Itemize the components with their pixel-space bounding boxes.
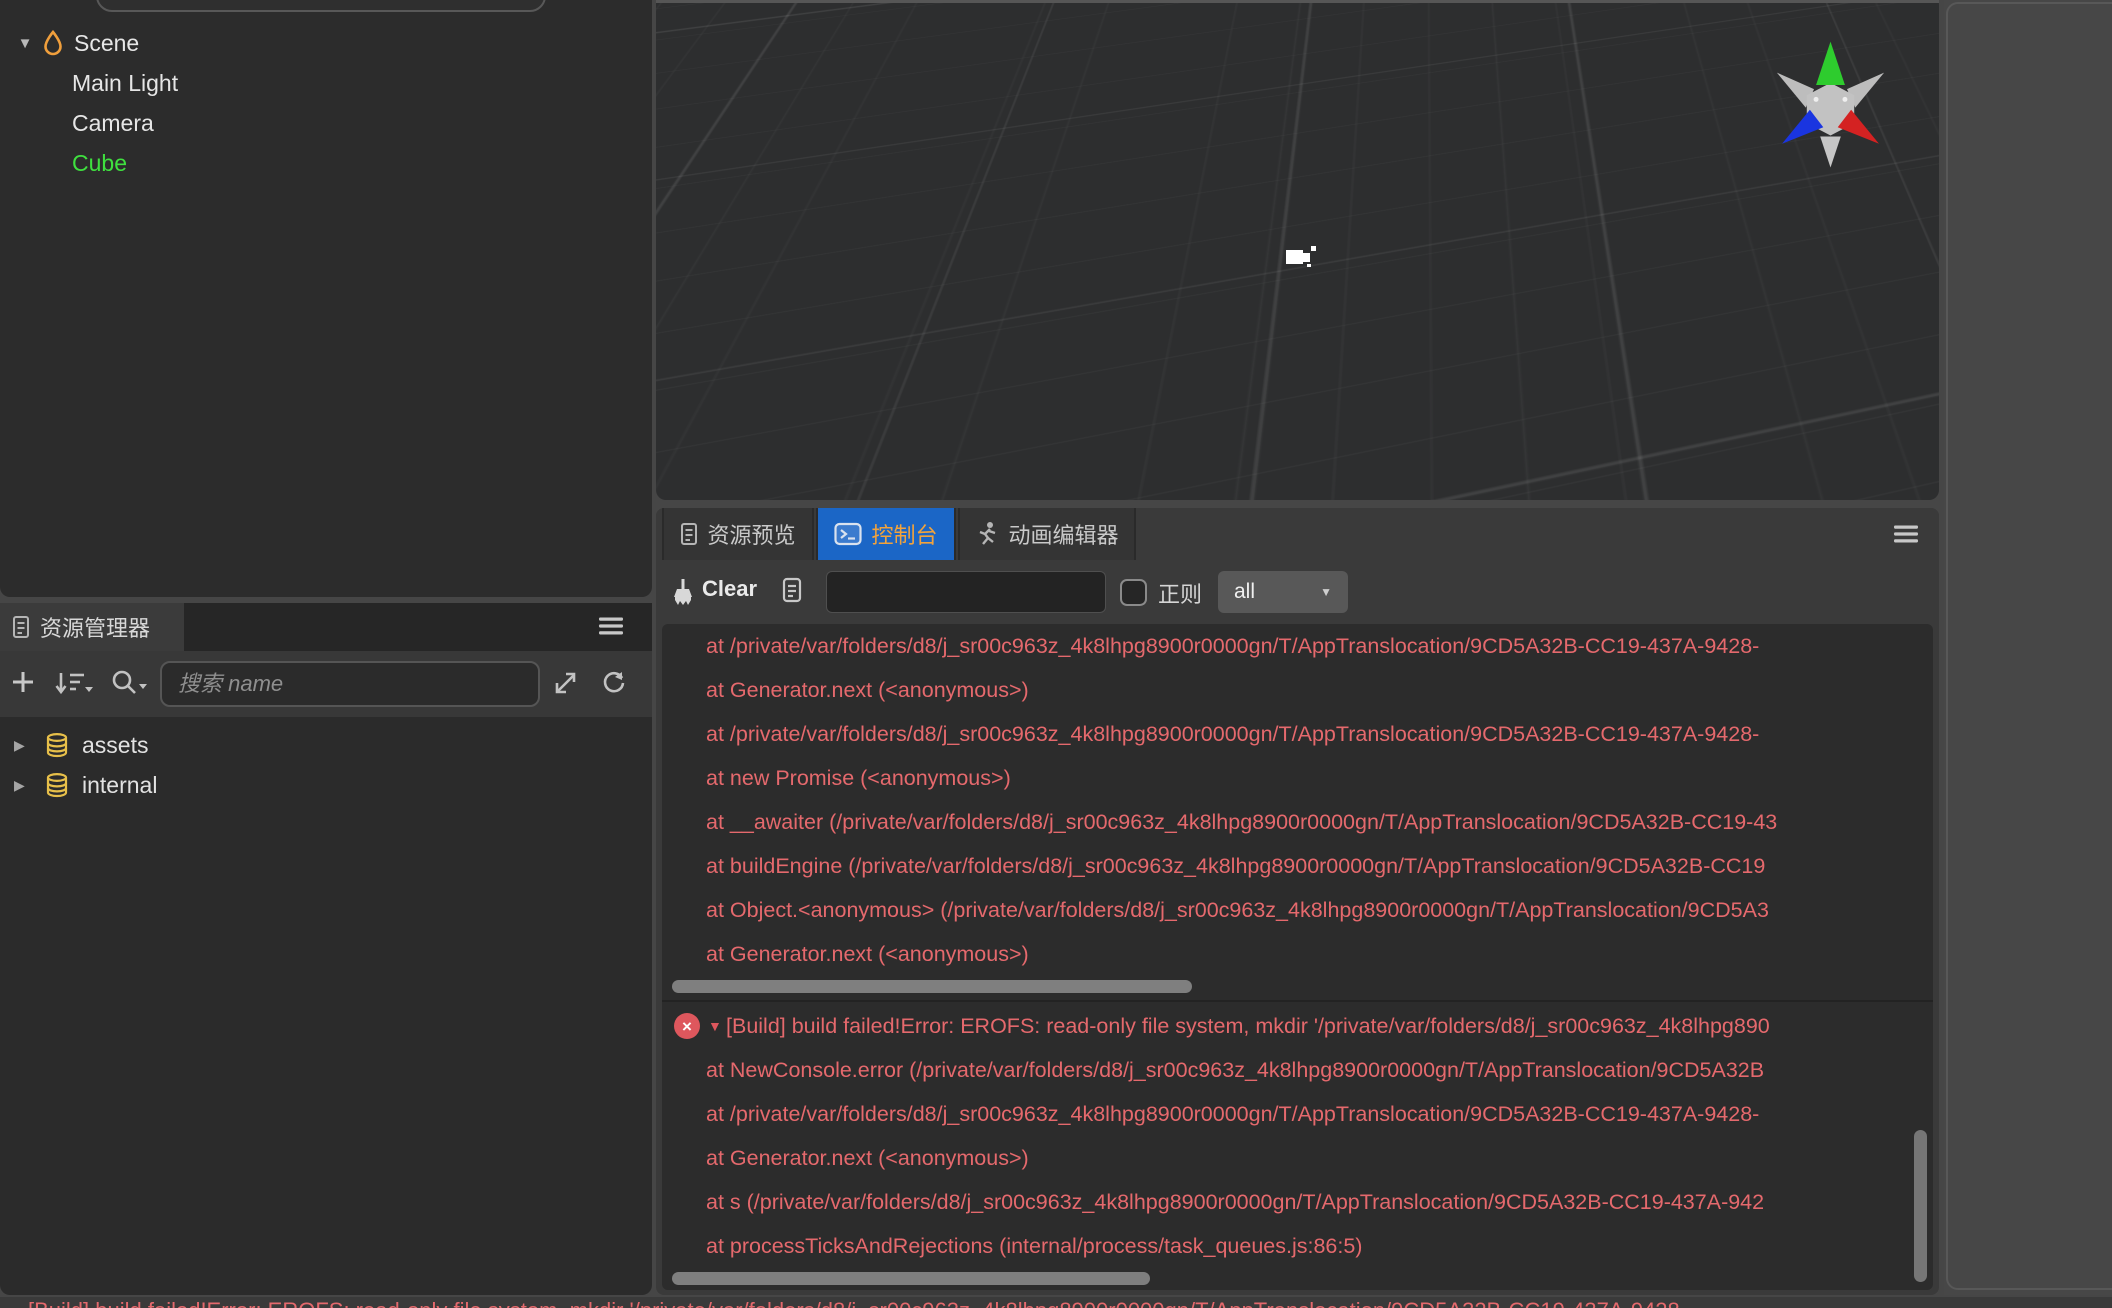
right-panel-outline xyxy=(1946,2,2112,1290)
hierarchy-node-label: Camera xyxy=(72,109,154,136)
tree-item-label: internal xyxy=(82,771,158,798)
console-log-area[interactable]: at /private/var/folders/d8/j_sr00c963z_4… xyxy=(662,624,1933,1290)
status-bar-error-message[interactable]: [Build] build failed!Error: EROFS: read-… xyxy=(28,1298,1687,1308)
assets-panel-title: 资源管理器 xyxy=(40,616,151,641)
sort-assets-button[interactable] xyxy=(54,669,94,697)
hierarchy-node-main-light[interactable]: Main Light xyxy=(0,64,652,102)
export-log-button[interactable] xyxy=(782,577,802,603)
scene-flame-icon xyxy=(42,30,64,56)
brush-icon xyxy=(670,577,696,607)
log-line[interactable]: at processTicksAndRejections (internal/p… xyxy=(662,1224,1933,1268)
log-group-divider xyxy=(662,1000,1933,1002)
log-line[interactable]: at /private/var/folders/d8/j_sr00c963z_4… xyxy=(662,1092,1933,1136)
expand-all-button[interactable] xyxy=(552,669,580,697)
log-line[interactable]: at new Promise (<anonymous>) xyxy=(662,756,1933,800)
tab-label: 控制台 xyxy=(871,523,938,548)
hamburger-icon xyxy=(598,616,624,636)
caret-right-icon[interactable]: ▶ xyxy=(14,737,34,754)
regex-checkbox[interactable] xyxy=(1120,579,1147,606)
hierarchy-node-label-selected: Cube xyxy=(72,149,127,176)
orientation-gizmo[interactable] xyxy=(1748,21,1913,186)
caret-down-icon[interactable]: ▼ xyxy=(14,35,36,52)
tab-animation-editor[interactable]: 动画编辑器 xyxy=(958,508,1136,560)
add-asset-button[interactable] xyxy=(8,669,38,695)
search-icon xyxy=(110,669,150,697)
log-line[interactable]: at Generator.next (<anonymous>) xyxy=(662,1136,1933,1180)
right-side-panel xyxy=(1944,0,2112,1295)
console-panel-menu-button[interactable] xyxy=(1893,524,1919,544)
scene-object-cube[interactable] xyxy=(1284,241,1322,271)
tab-console[interactable]: 控制台 xyxy=(816,508,956,560)
hierarchy-node-scene[interactable]: ▼ Scene xyxy=(0,24,652,62)
hierarchy-node-label: Main Light xyxy=(72,69,179,96)
horizontal-scrollbar[interactable] xyxy=(672,980,1192,993)
assets-panel: 资源管理器 搜索 name ▶ assets ▶ internal xyxy=(0,603,652,1295)
console-panel: 资源预览 控制台 动画编辑器 Clear 正则 all ▼ at /privat… xyxy=(656,508,1939,1295)
horizontal-scrollbar[interactable] xyxy=(672,1272,1150,1285)
hierarchy-node-camera[interactable]: Camera xyxy=(0,104,652,142)
tab-assets-manager[interactable]: 资源管理器 xyxy=(0,603,184,651)
log-level-value: all xyxy=(1234,580,1256,603)
log-line[interactable]: at buildEngine (/private/var/folders/d8/… xyxy=(662,844,1933,888)
log-line[interactable]: at /private/var/folders/d8/j_sr00c963z_4… xyxy=(662,624,1933,668)
regex-checkbox-label: 正则 xyxy=(1158,582,1203,607)
console-tabbar: 资源预览 控制台 动画编辑器 xyxy=(656,508,1939,560)
log-line[interactable]: at s (/private/var/folders/d8/j_sr00c963… xyxy=(662,1180,1933,1224)
database-icon xyxy=(44,732,70,758)
hierarchy-panel: ▼ Scene Main Light Camera Cube xyxy=(0,0,652,597)
hamburger-icon xyxy=(1893,524,1919,544)
log-line[interactable]: at Generator.next (<anonymous>) xyxy=(662,932,1933,976)
scene-viewport[interactable] xyxy=(656,0,1939,500)
console-search-input[interactable] xyxy=(826,571,1106,613)
document-icon xyxy=(680,522,698,546)
expand-icon xyxy=(552,669,580,697)
clear-button-label[interactable]: Clear xyxy=(702,576,757,602)
terminal-icon xyxy=(834,522,863,546)
database-icon xyxy=(44,772,70,798)
editor-window: ▼ Scene Main Light Camera Cube 资源管理器 搜索 … xyxy=(0,0,2112,1308)
caret-right-icon[interactable]: ▶ xyxy=(14,777,34,794)
hierarchy-search-input[interactable] xyxy=(96,0,546,12)
assets-tabbar: 资源管理器 xyxy=(0,603,652,651)
assets-toolbar xyxy=(0,651,652,717)
refresh-icon xyxy=(600,669,628,697)
status-bar: [Build] build failed!Error: EROFS: read-… xyxy=(0,1297,2112,1308)
tab-label: 资源预览 xyxy=(707,523,796,548)
hierarchy-node-label: Scene xyxy=(74,29,140,56)
log-line[interactable]: at __awaiter (/private/var/folders/d8/j_… xyxy=(662,800,1933,844)
log-level-dropdown[interactable]: all ▼ xyxy=(1218,571,1348,613)
assets-search-input[interactable] xyxy=(160,661,540,707)
console-toolbar: Clear 正则 all ▼ xyxy=(656,560,1939,624)
tab-label: 动画编辑器 xyxy=(1008,523,1119,548)
sort-icon xyxy=(54,669,94,697)
assets-panel-menu-button[interactable] xyxy=(598,616,624,636)
hierarchy-node-cube[interactable]: Cube xyxy=(0,144,652,182)
log-line[interactable]: at Generator.next (<anonymous>) xyxy=(662,668,1933,712)
error-icon: × xyxy=(674,1013,700,1039)
tree-item-assets[interactable]: ▶ assets xyxy=(0,725,652,765)
refresh-assets-button[interactable] xyxy=(600,669,628,697)
log-line[interactable]: at Object.<anonymous> (/private/var/fold… xyxy=(662,888,1933,932)
vertical-scrollbar[interactable] xyxy=(1914,1130,1927,1282)
document-icon xyxy=(12,615,30,639)
tree-item-label: assets xyxy=(82,731,149,758)
chevron-down-icon: ▼ xyxy=(1320,585,1332,599)
search-filter-button[interactable] xyxy=(110,669,150,697)
log-line[interactable]: at NewConsole.error (/private/var/folder… xyxy=(662,1048,1933,1092)
clear-console-button[interactable] xyxy=(670,577,696,607)
log-line[interactable]: at /private/var/folders/d8/j_sr00c963z_4… xyxy=(662,712,1933,756)
runner-icon xyxy=(975,521,999,547)
document-icon xyxy=(782,577,802,603)
tab-asset-preview[interactable]: 资源预览 xyxy=(662,508,814,560)
caret-down-icon[interactable]: ▼ xyxy=(708,1004,722,1048)
log-error-header[interactable]: [Build] build failed!Error: EROFS: read-… xyxy=(662,1004,1933,1048)
tree-item-internal[interactable]: ▶ internal xyxy=(0,765,652,805)
